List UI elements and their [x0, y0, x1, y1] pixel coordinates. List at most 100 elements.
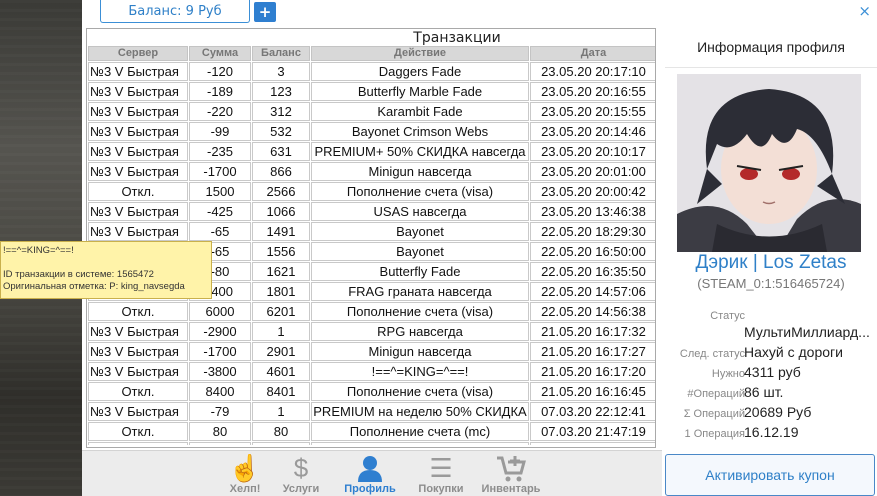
nav-purchases-label: Покупки — [418, 483, 464, 495]
cell-action: Karambit Fade — [311, 102, 529, 121]
close-icon[interactable]: × — [858, 2, 871, 20]
dollar-icon: $ — [293, 453, 309, 483]
table-row[interactable]: №3 V Быстрая -99 532 Bayonet Crimson Webs 23… — [88, 122, 655, 141]
tooltip-original-mark: Оригинальная отметка: P: king_navsegda — [3, 281, 185, 292]
tooltip-transaction-id: ID транзакции в системе: 1565472 — [3, 269, 154, 280]
cell-server: №3 V Быстрая — [88, 82, 188, 101]
cell-server: №3 V Быстрая — [88, 102, 188, 121]
transaction-tooltip: !==^=KING=^==! ID транзакции в системе: … — [0, 241, 212, 299]
cell-action: FRAG граната навсегда — [311, 282, 529, 301]
column-header-balance[interactable]: Баланс — [252, 46, 310, 61]
cell-amount: -1700 — [189, 162, 251, 181]
cell-amount: 1500 — [189, 182, 251, 201]
cell-date: 22.05.20 18:29:30 — [530, 222, 655, 241]
column-header-action[interactable]: Действие — [311, 46, 529, 61]
profile-header: Информация профиля — [665, 24, 877, 68]
cell-date: 21.05.20 16:17:20 — [530, 362, 655, 381]
stat-operations-sum-key: Σ Операций — [683, 408, 745, 420]
cell-action: USAS навсегда — [311, 202, 529, 221]
table-row[interactable]: №3 V Быстрая -79 1 PREMIUM на неделю 50% СК… — [88, 402, 655, 421]
stat-status: Статус — [665, 306, 877, 326]
cell-server: №3 V Быстрая — [88, 362, 188, 381]
nav-profile-label: Профиль — [344, 483, 396, 495]
cell-balance: 123 — [252, 82, 310, 101]
stat-operations-count: #Операций 86 шт. — [665, 384, 877, 404]
cell-amount: 6000 — [189, 302, 251, 321]
nav-help[interactable]: ☝ Хелп! — [214, 453, 276, 496]
stat-operations-count-value: 86 шт. — [744, 384, 784, 400]
table-row[interactable]: №3 V Быстрая -235 631 PREMIUM+ 50% СКИДКА н… — [88, 142, 655, 161]
cell-action: Bayonet — [311, 222, 529, 241]
column-header-date[interactable]: Дата — [530, 46, 655, 61]
cell-date: 23.05.20 20:01:00 — [530, 162, 655, 181]
profile-name[interactable]: Дэрик | Los Zetas — [665, 252, 877, 274]
cell-date: 23.05.20 20:16:55 — [530, 82, 655, 101]
cell-action: 200 000$ — [311, 442, 529, 445]
nav-purchases[interactable]: ☰ Покупки — [410, 453, 472, 496]
cell-server: №3 V Быстрая — [88, 222, 188, 241]
stat-needed-value: 4311 руб — [744, 364, 801, 380]
cell-balance: 866 — [252, 162, 310, 181]
table-header-row: Сервер Сумма Баланс Действие Дата — [88, 46, 655, 61]
table-row[interactable]: Откл. 8400 8401 Пополнение счета (visa) 21.0… — [88, 382, 655, 401]
table-row[interactable]: №3 V Быстрая -1700 2901 Minigun навсегда 21.… — [88, 342, 655, 361]
nav-help-label: Хелп! — [229, 483, 261, 495]
nav-profile[interactable]: Профиль — [339, 453, 401, 496]
cell-amount: 8400 — [189, 382, 251, 401]
cell-server: №3 V Быстрая — [88, 402, 188, 421]
table-row[interactable]: №3 V Быстрая -2900 1 RPG навсегда 21.05.20 1… — [88, 322, 655, 341]
table-row[interactable]: №3 V Быстрая -189 123 Butterfly Marble Fade… — [88, 82, 655, 101]
cell-amount: -99 — [189, 122, 251, 141]
activate-coupon-button[interactable]: Активировать купон — [665, 454, 875, 496]
table-row[interactable]: Откл. 80 80 Пополнение счета (mc) 07.03.20 2… — [88, 422, 655, 441]
balance-tab[interactable]: Баланс: 9 Руб — [100, 0, 250, 23]
table-row[interactable]: №3 V Быстрая -425 1066 USAS навсегда 23.05.2… — [88, 202, 655, 221]
cell-action: Bayonet Crimson Webs — [311, 122, 529, 141]
top-bar: Баланс: 9 Руб + × — [82, 0, 877, 24]
table-row[interactable]: №3 V Быстрая-180200 000$05.03.20 18:03:1… — [88, 442, 655, 445]
stat-status-value: МультиМиллиард... — [744, 324, 870, 340]
stat-status-value-row: МультиМиллиард... — [665, 324, 877, 344]
avatar — [677, 74, 861, 252]
cell-server: Откл. — [88, 422, 188, 441]
cell-balance: 2566 — [252, 182, 310, 201]
cell-date: 23.05.20 20:10:17 — [530, 142, 655, 161]
table-row[interactable]: №3 V Быстрая -220 312 Karambit Fade 23.05.20… — [88, 102, 655, 121]
cell-balance: 1066 — [252, 202, 310, 221]
table-row[interactable]: №3 V Быстрая -3800 4601 !==^=KING=^==! 21.05… — [88, 362, 655, 381]
cell-amount: -189 — [189, 82, 251, 101]
nav-inventory[interactable]: Инвентарь — [480, 453, 542, 496]
cell-action: Bayonet — [311, 242, 529, 261]
table-row[interactable]: №3 V Быстрая -120 3 Daggers Fade 23.05.20 20… — [88, 62, 655, 81]
stat-next-status: След. статус Нахуй с дороги — [665, 344, 877, 364]
table-row[interactable]: №3 V Быстрая -1700 866 Minigun навсегда 23.0… — [88, 162, 655, 181]
cell-balance: 312 — [252, 102, 310, 121]
column-header-amount[interactable]: Сумма — [189, 46, 251, 61]
cell-balance: 1 — [252, 402, 310, 421]
stat-operations-sum: Σ Операций 20689 Руб — [665, 404, 877, 424]
table-row[interactable]: Откл. 6000 6201 Пополнение счета (visa) 22.0… — [88, 302, 655, 321]
cell-action: PREMIUM на неделю 50% СКИДКА — [311, 402, 529, 421]
cell-amount: -220 — [189, 102, 251, 121]
stat-needed-key: Нужно — [711, 368, 745, 380]
cell-balance: 1801 — [252, 282, 310, 301]
stat-status-key: Статус — [710, 310, 745, 322]
column-header-server[interactable]: Сервер — [88, 46, 188, 61]
cell-date: 23.05.20 20:00:42 — [530, 182, 655, 201]
cart-plus-icon — [480, 453, 542, 483]
tooltip-title: !==^=KING=^==! — [3, 245, 74, 256]
add-balance-button[interactable]: + — [254, 2, 276, 22]
cell-amount: -2900 — [189, 322, 251, 341]
cell-date: 23.05.20 20:14:46 — [530, 122, 655, 141]
cell-action: Пополнение счета (visa) — [311, 182, 529, 201]
cell-date: 22.05.20 16:35:50 — [530, 262, 655, 281]
table-row[interactable]: Откл. 1500 2566 Пополнение счета (visa) 23.0… — [88, 182, 655, 201]
cell-balance: 80 — [252, 422, 310, 441]
stat-next-status-value: Нахуй с дороги — [744, 344, 843, 360]
cell-server: Откл. — [88, 182, 188, 201]
cell-balance: 631 — [252, 142, 310, 161]
nav-services[interactable]: $ Услуги — [270, 453, 332, 496]
table-row[interactable]: №3 V Быстрая -65 1491 Bayonet 22.05.20 18:29… — [88, 222, 655, 241]
stat-next-status-key: След. статус — [679, 348, 745, 360]
transactions-panel: Транзакции Сервер Сумма Баланс Действие … — [86, 28, 656, 448]
